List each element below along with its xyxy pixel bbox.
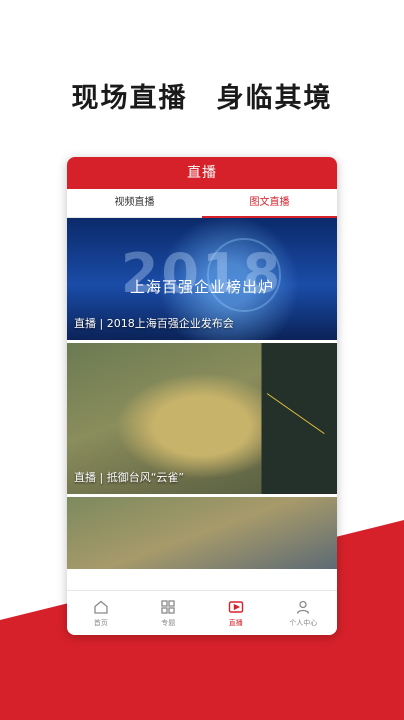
card-caption: 直播 | 抵御台风“云雀” [74, 471, 185, 484]
nav-label: 直播 [228, 618, 243, 627]
app-header: 直播 [67, 157, 337, 189]
home-icon [94, 600, 108, 614]
nav-live[interactable]: 直播 [202, 591, 270, 635]
live-card-enterprise[interactable]: 2018 上海百强企业榜出炉 直播 | 2018上海百强企业发布会 [67, 218, 337, 340]
live-card-typhoon[interactable]: 直播 | 抵御台风“云雀” [67, 343, 337, 494]
nav-label: 专题 [161, 618, 176, 627]
tab-video-live[interactable]: 视频直播 [67, 189, 202, 217]
user-icon [297, 600, 310, 614]
nav-profile[interactable]: 个人中心 [270, 591, 338, 635]
nav-label: 首页 [93, 618, 108, 627]
live-tabs: 视频直播 图文直播 [67, 189, 337, 218]
nav-label: 个人中心 [289, 618, 318, 627]
typhoon-track [266, 393, 325, 435]
live-feed: 2018 上海百强企业榜出炉 直播 | 2018上海百强企业发布会 直播 | 抵… [67, 218, 337, 591]
live-card-map[interactable] [67, 497, 337, 569]
nav-topics[interactable]: 专题 [135, 591, 203, 635]
nav-home[interactable]: 首页 [67, 591, 135, 635]
card-caption: 直播 | 2018上海百强企业发布会 [74, 317, 234, 330]
card-banner-text: 上海百强企业榜出炉 [129, 278, 274, 296]
live-icon [228, 600, 243, 613]
grid-icon [161, 599, 175, 614]
bottom-nav: 首页 专题 直播 个人中心 [67, 590, 337, 635]
tab-graphic-live[interactable]: 图文直播 [202, 189, 337, 218]
phone-screen: 直播 视频直播 图文直播 2018 上海百强企业榜出炉 直播 | 2018上海百… [67, 157, 337, 635]
promo-headline: 现场直播 身临其境 [71, 83, 333, 114]
